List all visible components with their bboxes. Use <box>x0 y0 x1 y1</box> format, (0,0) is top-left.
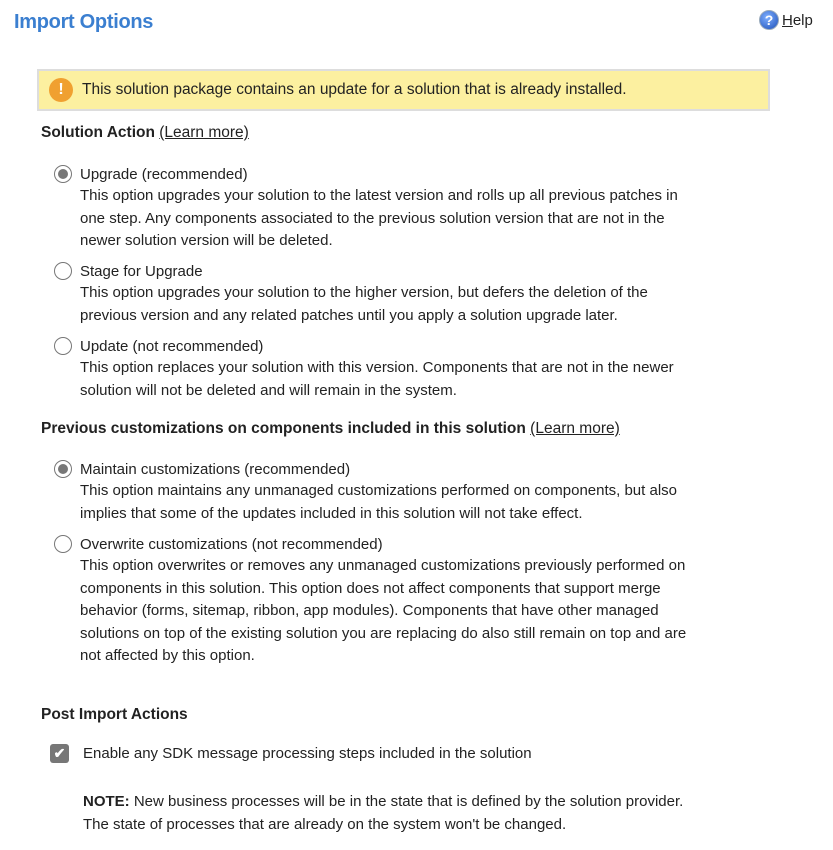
option-description: This option overwrites or removes any un… <box>80 555 686 668</box>
radio-row[interactable]: Upgrade (recommended) <box>54 163 678 185</box>
heading-text: Solution Action <box>41 124 155 141</box>
option-label: Maintain customizations (recommended) <box>80 460 351 478</box>
radio-button[interactable] <box>54 535 72 553</box>
radio-row[interactable]: Maintain customizations (recommended) <box>54 458 677 480</box>
option-label: Update (not recommended) <box>80 337 264 355</box>
learn-more-link[interactable]: (Learn more) <box>530 420 620 437</box>
heading-text: Previous customizations on components in… <box>41 420 526 437</box>
description-line: components in this solution. This option… <box>80 579 661 597</box>
warning-icon: ! <box>49 78 73 102</box>
description-line: one step. Any components associated to t… <box>80 209 665 227</box>
help-label: Help <box>782 11 813 29</box>
radio-button[interactable] <box>54 337 72 355</box>
description-line: not affected by this option. <box>80 647 255 664</box>
post-import-heading: Post Import Actions <box>41 706 188 723</box>
option-sa-2: Update (not recommended) This option repl… <box>54 335 674 402</box>
option-label: Upgrade (recommended) <box>80 165 248 183</box>
option-sa-1: Stage for Upgrade This option upgrades yo… <box>54 260 648 327</box>
option-description: This option upgrades your solution to th… <box>80 185 678 253</box>
sdk-steps-checkbox[interactable]: ✔ <box>50 744 69 763</box>
help-link[interactable]: ? Help <box>759 10 813 30</box>
description-line: implies that some of the updates include… <box>80 504 583 522</box>
description-line: This option replaces your solution with … <box>80 359 674 376</box>
note-line: New business processes will be in the st… <box>129 793 684 810</box>
note-line: The state of processes that are already … <box>83 815 567 833</box>
description-line: This option overwrites or removes any un… <box>80 557 686 574</box>
learn-more-link[interactable]: (Learn more) <box>159 124 249 141</box>
info-banner: ! This solution package contains an upda… <box>37 69 770 111</box>
option-sa-0: Upgrade (recommended) This option upgrade… <box>54 163 678 253</box>
radio-row[interactable]: Update (not recommended) <box>54 335 674 357</box>
description-line: This option upgrades your solution to th… <box>80 284 648 301</box>
option-cu-1: Overwrite customizations (not recommende… <box>54 533 686 668</box>
radio-row[interactable]: Overwrite customizations (not recommende… <box>54 533 686 555</box>
description-line: previous version and any related patches… <box>80 306 618 324</box>
radio-button[interactable] <box>54 460 72 478</box>
description-line: newer solution version will be deleted. <box>80 232 333 249</box>
option-cu-0: Maintain customizations (recommended) Thi… <box>54 458 677 525</box>
note-text: NOTE: New business processes will be in … <box>83 791 683 836</box>
radio-button[interactable] <box>54 262 72 280</box>
description-line: solutions on top of the existing solutio… <box>80 624 687 642</box>
description-line: behavior (forms, sitemap, ribbon, app mo… <box>80 602 659 619</box>
note-label: NOTE: <box>83 793 130 810</box>
page-title: Import Options <box>14 11 154 33</box>
option-description: This option replaces your solution with … <box>80 357 674 402</box>
help-circle-icon: ? <box>759 10 779 30</box>
radio-button[interactable] <box>54 165 72 183</box>
customizations-heading: Previous customizations on components in… <box>41 420 620 438</box>
option-description: This option maintains any unmanaged cust… <box>80 480 677 525</box>
option-label: Overwrite customizations (not recommende… <box>80 535 383 553</box>
option-label: Stage for Upgrade <box>80 262 203 280</box>
solution-action-heading: Solution Action (Learn more) <box>41 124 249 142</box>
radio-row[interactable]: Stage for Upgrade <box>54 260 648 282</box>
description-line: This option maintains any unmanaged cust… <box>80 482 678 499</box>
sdk-steps-label: Enable any SDK message processing steps … <box>83 745 532 762</box>
banner-text: This solution package contains an update… <box>82 81 627 98</box>
description-line: This option upgrades your solution to th… <box>80 187 678 204</box>
description-line: solution will not be deleted and will re… <box>80 381 457 399</box>
option-description: This option upgrades your solution to th… <box>80 282 648 327</box>
